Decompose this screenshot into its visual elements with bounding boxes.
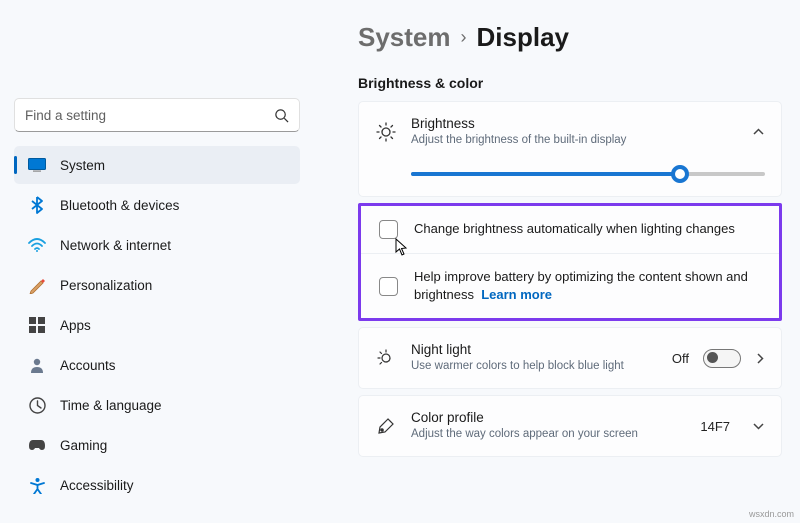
night-light-subtitle: Use warmer colors to help block blue lig… [411, 359, 658, 375]
night-light-card[interactable]: Night light Use warmer colors to help bl… [358, 327, 782, 389]
personalization-icon [28, 276, 46, 294]
sidebar-item-label: Accessibility [60, 478, 134, 493]
accessibility-icon [28, 476, 46, 494]
battery-optimize-label: Help improve battery by optimizing the c… [414, 269, 748, 302]
brightness-header-row[interactable]: Brightness Adjust the brightness of the … [359, 102, 781, 162]
auto-brightness-row[interactable]: Change brightness automatically when lig… [361, 206, 779, 253]
search-icon [274, 108, 289, 123]
battery-optimize-checkbox[interactable] [379, 277, 398, 296]
auto-brightness-checkbox[interactable] [379, 220, 398, 239]
search-input-wrapper[interactable] [14, 98, 300, 132]
sidebar-item-system[interactable]: System [14, 146, 300, 184]
sidebar-item-gaming[interactable]: Gaming [14, 426, 300, 464]
section-title: Brightness & color [358, 75, 782, 91]
brightness-card: Brightness Adjust the brightness of the … [358, 101, 782, 197]
night-light-icon [375, 347, 397, 369]
gaming-icon [28, 436, 46, 454]
battery-optimize-row[interactable]: Help improve battery by optimizing the c… [361, 253, 779, 318]
auto-brightness-label: Change brightness automatically when lig… [414, 220, 735, 238]
accounts-icon [28, 356, 46, 374]
color-profile-value: 14F7 [700, 419, 730, 434]
color-profile-title: Color profile [411, 410, 686, 425]
sidebar-item-label: Gaming [60, 438, 107, 453]
slider-thumb[interactable] [671, 165, 689, 183]
sidebar-item-label: Accounts [60, 358, 116, 373]
color-profile-card[interactable]: Color profile Adjust the way colors appe… [358, 395, 782, 457]
sidebar-item-label: Network & internet [60, 238, 171, 253]
sidebar-item-label: Apps [60, 318, 91, 333]
night-light-title: Night light [411, 342, 658, 357]
chevron-right-icon: › [461, 27, 467, 48]
time-language-icon [28, 396, 46, 414]
sidebar-item-label: Personalization [60, 278, 152, 293]
chevron-right-icon[interactable] [755, 352, 765, 365]
sidebar-item-accounts[interactable]: Accounts [14, 346, 300, 384]
search-input[interactable] [25, 108, 274, 123]
main-content: System › Display Brightness & color Brig… [310, 0, 800, 523]
sidebar-item-network[interactable]: Network & internet [14, 226, 300, 264]
night-light-state: Off [672, 351, 689, 366]
sidebar-item-accessibility[interactable]: Accessibility [14, 466, 300, 504]
brightness-slider[interactable] [411, 172, 765, 176]
system-icon [28, 156, 46, 174]
learn-more-link[interactable]: Learn more [481, 287, 552, 302]
chevron-up-icon[interactable] [752, 127, 765, 137]
apps-icon [28, 316, 46, 334]
settings-sidebar: System Bluetooth & devices Network & int… [0, 0, 310, 523]
watermark: wsxdn.com [749, 509, 794, 519]
chevron-down-icon[interactable] [752, 421, 765, 431]
brightness-subtitle: Adjust the brightness of the built-in di… [411, 133, 738, 149]
color-profile-icon [375, 415, 397, 437]
sidebar-item-label: System [60, 158, 105, 173]
color-profile-subtitle: Adjust the way colors appear on your scr… [411, 427, 686, 443]
sidebar-item-personalization[interactable]: Personalization [14, 266, 300, 304]
bluetooth-icon [28, 196, 46, 214]
sidebar-item-apps[interactable]: Apps [14, 306, 300, 344]
brightness-title: Brightness [411, 116, 738, 131]
breadcrumb: System › Display [358, 22, 782, 53]
settings-nav: System Bluetooth & devices Network & int… [14, 146, 300, 504]
brightness-options-card: Change brightness automatically when lig… [358, 203, 782, 321]
breadcrumb-parent[interactable]: System [358, 22, 451, 53]
sidebar-item-label: Time & language [60, 398, 162, 413]
breadcrumb-current: Display [477, 22, 570, 53]
brightness-icon [375, 121, 397, 143]
sidebar-item-time-language[interactable]: Time & language [14, 386, 300, 424]
network-icon [28, 236, 46, 254]
sidebar-item-label: Bluetooth & devices [60, 198, 179, 213]
sidebar-item-bluetooth[interactable]: Bluetooth & devices [14, 186, 300, 224]
night-light-toggle[interactable] [703, 349, 741, 368]
